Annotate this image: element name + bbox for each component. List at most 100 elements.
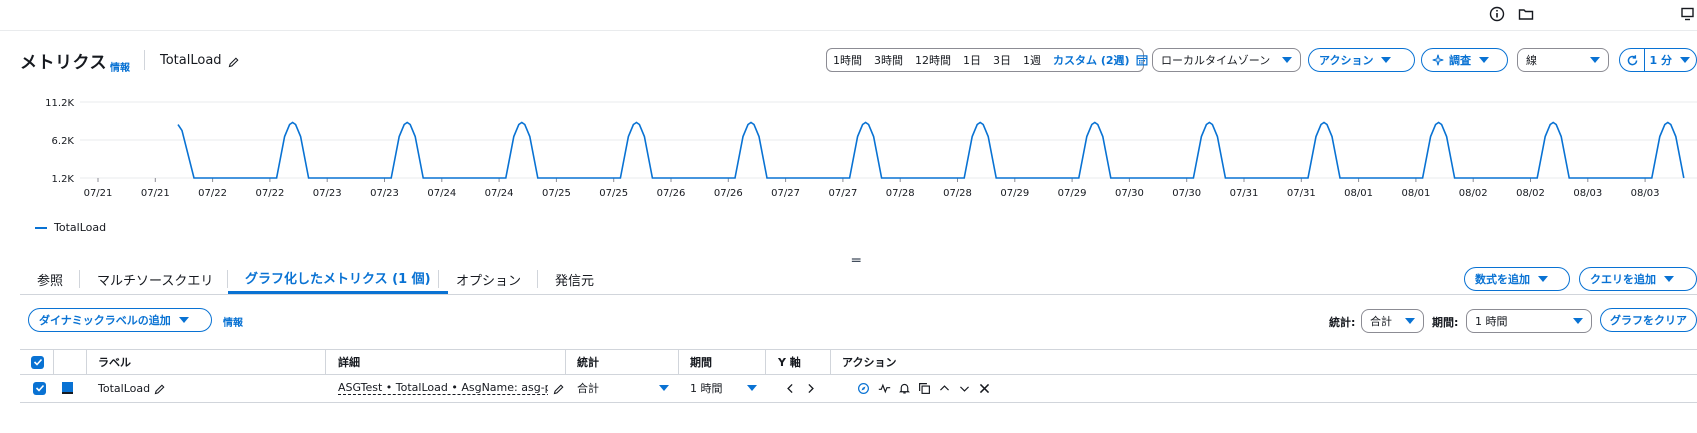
column-header-y-axis[interactable]: Y 軸	[778, 350, 801, 374]
row-label[interactable]: TotalLoad	[98, 378, 150, 398]
x-tick-label: 07/22	[255, 188, 284, 199]
x-tick-label: 07/24	[485, 188, 514, 199]
timezone-value: ローカルタイムゾーン	[1161, 54, 1271, 67]
x-tick-label: 07/28	[943, 188, 972, 199]
column-divider	[53, 350, 54, 374]
refresh-divider	[1644, 49, 1645, 71]
chevron-right-icon[interactable]	[802, 380, 818, 396]
copy-icon[interactable]	[916, 380, 932, 396]
row-detail-wrap: ASGTest • TotalLoad • AsgName: asg-pred	[338, 378, 548, 398]
range-12h[interactable]: 12時間	[915, 52, 951, 68]
column-divider	[678, 350, 679, 374]
refresh-icon[interactable]	[1626, 54, 1639, 67]
close-icon[interactable]	[976, 380, 992, 396]
x-tick-label: 08/03	[1573, 188, 1602, 199]
y-tick-label: 1.2K	[52, 174, 75, 185]
row-statistic-value: 合計	[577, 382, 599, 395]
refresh-interval[interactable]: 1 分	[1650, 52, 1672, 68]
investigate-button[interactable]: 調査	[1421, 48, 1508, 72]
column-header-label[interactable]: ラベル	[98, 350, 131, 374]
chevron-down-icon	[747, 385, 757, 391]
edit-label-icon[interactable]	[151, 381, 167, 397]
row-detail[interactable]: ASGTest • TotalLoad • AsgName: asg-pred	[338, 381, 548, 395]
chevron-down-icon[interactable]	[956, 380, 972, 396]
legend-label[interactable]: TotalLoad	[54, 221, 106, 234]
add-math-button[interactable]: 数式を追加	[1464, 267, 1570, 291]
info-link[interactable]: 情報	[110, 59, 130, 74]
range-3h[interactable]: 3時間	[874, 52, 903, 68]
x-tick-label: 07/23	[313, 188, 342, 199]
graph-type-value: 線	[1526, 54, 1537, 67]
actions-button[interactable]: アクション	[1308, 48, 1415, 72]
add-dynamic-label-button[interactable]: ダイナミックラベルの追加	[28, 308, 212, 332]
row-statistic-select[interactable]: 合計	[577, 378, 669, 398]
add-query-button[interactable]: クエリを追加	[1579, 267, 1697, 291]
line-chart: 11.2K 6.2K 1.2K 07/21 07/21 07/22 07/22 07/23 07…	[45, 98, 1697, 199]
period-label: 期間:	[1432, 316, 1459, 329]
row-color-swatch[interactable]	[62, 378, 73, 398]
chevron-down-icon	[1479, 57, 1489, 63]
x-tick-label: 07/21	[141, 188, 170, 199]
row-checkbox[interactable]	[33, 378, 46, 398]
x-tick-label: 07/22	[198, 188, 227, 199]
chevron-left-icon[interactable]	[782, 380, 798, 396]
chevron-down-icon	[659, 385, 669, 391]
tab-options[interactable]: オプション	[439, 264, 538, 294]
period-select[interactable]: 1 時間	[1466, 309, 1592, 333]
column-header-period[interactable]: 期間	[690, 350, 712, 374]
metrics-chart: 11.2K 6.2K 1.2K 07/21 07/21 07/22 07/22 07/23 07…	[20, 86, 1697, 251]
refresh-control: 1 分	[1619, 48, 1697, 72]
column-header-actions[interactable]: アクション	[842, 350, 896, 374]
chevron-down-icon	[1573, 318, 1583, 324]
column-divider	[830, 350, 831, 374]
series-line-totalload[interactable]	[177, 121, 1685, 179]
folder-icon[interactable]	[1516, 4, 1536, 24]
x-tick-label: 07/31	[1230, 188, 1259, 199]
chevron-up-icon[interactable]	[936, 380, 952, 396]
x-tick-label: 07/26	[657, 188, 686, 199]
bell-icon[interactable]	[896, 380, 912, 396]
x-tick-label: 08/02	[1516, 188, 1545, 199]
chevron-down-icon[interactable]	[1680, 57, 1690, 63]
time-range-selector: 1時間 3時間 12時間 1日 3日 1週 カスタム (2週)	[826, 48, 1148, 72]
column-divider	[765, 350, 766, 374]
x-tick-label: 07/31	[1287, 188, 1316, 199]
row-period-select[interactable]: 1 時間	[690, 378, 757, 398]
select-all-checkbox[interactable]	[31, 350, 44, 374]
header-divider	[144, 50, 145, 70]
range-1h[interactable]: 1時間	[833, 52, 862, 68]
x-tick-label: 07/25	[542, 188, 571, 199]
info-icon[interactable]	[1487, 4, 1507, 24]
anomaly-detection-icon[interactable]	[855, 380, 871, 396]
timezone-select[interactable]: ローカルタイムゾーン	[1152, 48, 1301, 72]
tab-source[interactable]: 発信元	[538, 264, 611, 294]
display-settings-icon[interactable]	[1679, 4, 1697, 24]
x-tick-label: 07/29	[1000, 188, 1029, 199]
range-3d[interactable]: 3日	[993, 52, 1011, 68]
x-tick-label: 08/03	[1631, 188, 1660, 199]
metric-name: TotalLoad	[160, 53, 222, 68]
x-tick-label: 08/02	[1459, 188, 1488, 199]
range-custom[interactable]: カスタム (2週)	[1053, 52, 1130, 68]
edit-detail-icon[interactable]	[550, 381, 566, 397]
column-header-statistic[interactable]: 統計	[577, 350, 599, 374]
tab-multi-source-query[interactable]: マルチソースクエリ	[80, 264, 230, 294]
statistic-select[interactable]: 合計	[1361, 309, 1424, 333]
legend-swatch	[35, 227, 47, 229]
edit-title-icon[interactable]	[225, 54, 241, 70]
x-tick-label: 07/30	[1115, 188, 1144, 199]
graph-type-select[interactable]: 線	[1517, 48, 1609, 72]
table-header-border	[20, 374, 1697, 375]
period-value: 1 時間	[1475, 315, 1508, 328]
range-1w[interactable]: 1週	[1023, 52, 1041, 68]
column-divider	[565, 350, 566, 374]
column-header-details[interactable]: 詳細	[338, 350, 360, 374]
dynamic-label-info-link[interactable]: 情報	[223, 314, 243, 329]
statistic-value: 合計	[1370, 315, 1392, 328]
range-1d[interactable]: 1日	[963, 52, 981, 68]
tab-graphed-metrics[interactable]: グラフ化したメトリクス (1 個)	[228, 264, 448, 294]
clear-graph-button[interactable]: グラフをクリア	[1600, 308, 1697, 332]
calendar-icon[interactable]	[1136, 54, 1148, 66]
tab-browse[interactable]: 参照	[20, 264, 80, 294]
math-expression-icon[interactable]	[876, 380, 892, 396]
